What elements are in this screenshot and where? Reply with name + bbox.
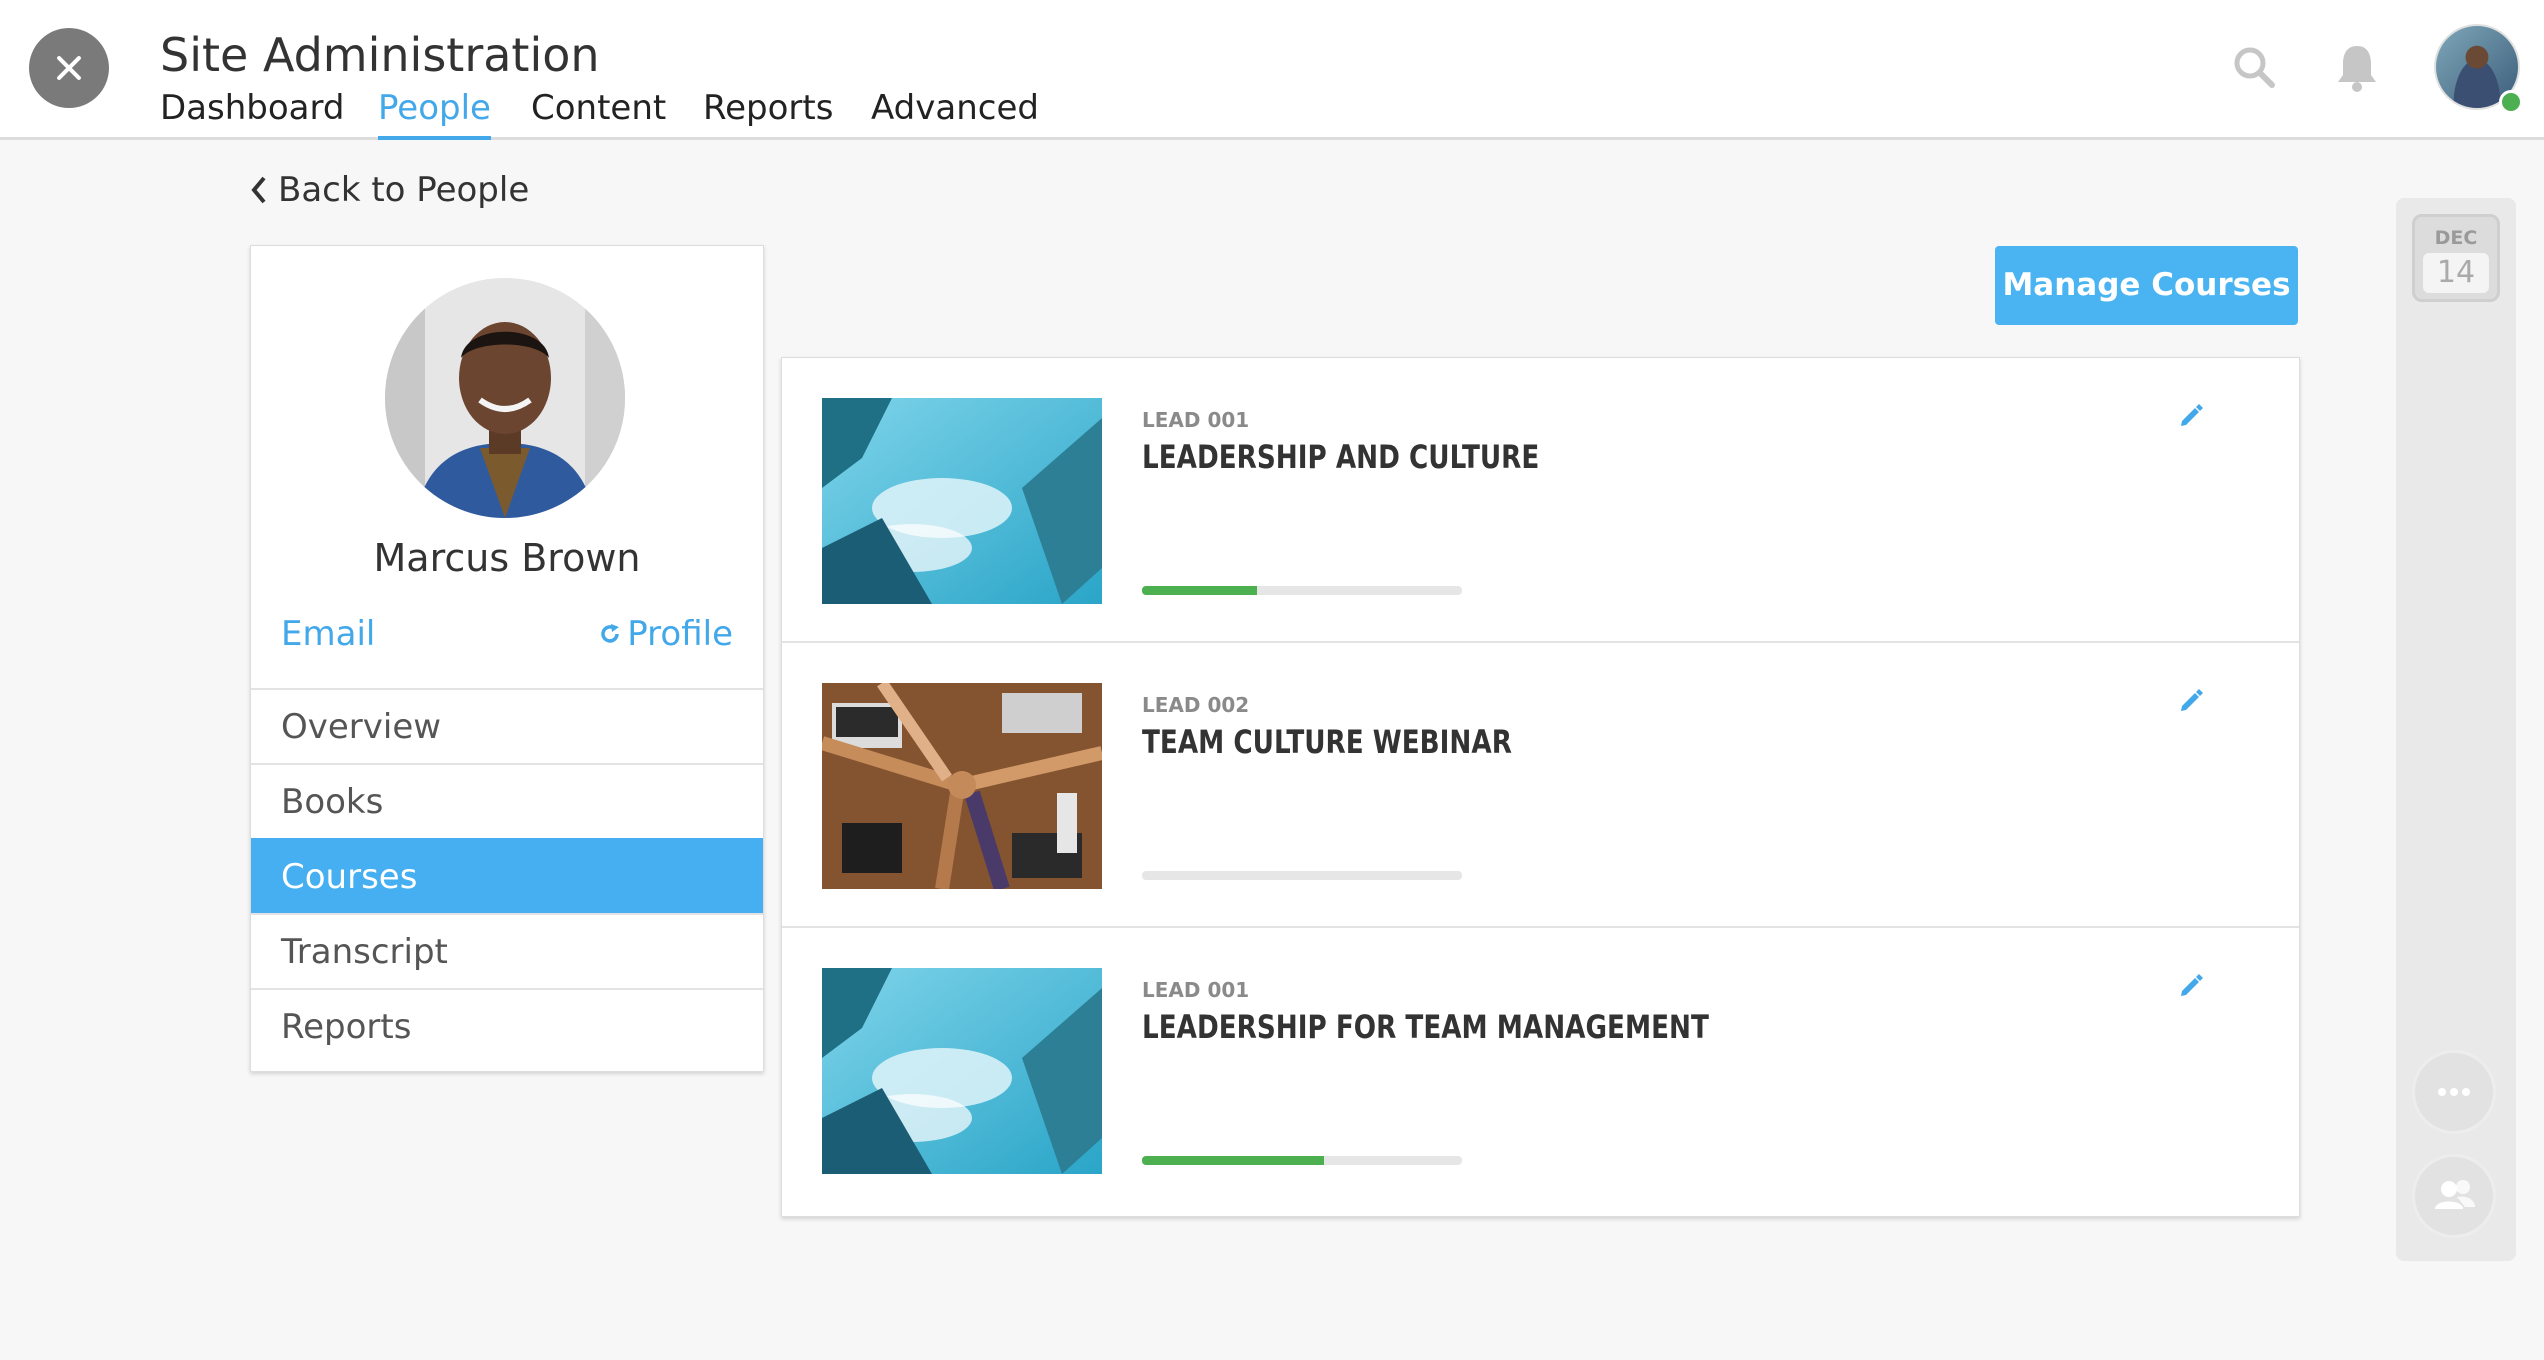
course-title[interactable]: LEADERSHIP AND CULTURE (1142, 438, 1539, 476)
course-progress-fill (1142, 586, 1258, 595)
course-title[interactable]: LEADERSHIP FOR TEAM MANAGEMENT (1142, 1008, 1709, 1046)
menu-item-reports[interactable]: Reports (251, 988, 763, 1063)
refresh-icon (601, 624, 620, 643)
calendar-widget[interactable]: DEC 14 (2412, 214, 2500, 302)
nav-tab-people[interactable]: People (378, 88, 491, 140)
course-thumbnail (822, 968, 1102, 1174)
top-header: Site Administration Dashboard People Con… (0, 0, 2544, 140)
course-thumbnail (822, 683, 1102, 889)
course-row[interactable]: LEAD 001 LEADERSHIP AND CULTURE (782, 358, 2299, 643)
nav-tab-content[interactable]: Content (531, 88, 666, 136)
calendar-day: 14 (2423, 253, 2489, 293)
pencil-icon[interactable] (2178, 688, 2204, 714)
profile-name: Marcus Brown (373, 536, 641, 580)
nav-tab-advanced[interactable]: Advanced (871, 88, 1039, 136)
course-progress-fill (1142, 1156, 1325, 1165)
menu-item-courses[interactable]: Courses (251, 838, 763, 913)
users-button[interactable] (2412, 1154, 2496, 1238)
pencil-icon[interactable] (2178, 973, 2204, 999)
course-progress-bar (1142, 586, 1462, 595)
course-code: LEAD 001 (1142, 978, 1250, 1002)
course-code: LEAD 001 (1142, 408, 1250, 432)
course-title[interactable]: TEAM CULTURE WEBINAR (1142, 723, 1512, 761)
nav-tab-reports[interactable]: Reports (703, 88, 833, 136)
nav-tab-dashboard[interactable]: Dashboard (160, 88, 344, 136)
right-rail: DEC 14 (2396, 198, 2516, 1261)
close-icon[interactable] (29, 28, 109, 108)
chevron-left-icon (251, 176, 266, 204)
more-icon (2438, 1088, 2470, 1096)
search-icon[interactable] (2232, 45, 2276, 89)
course-thumbnail (822, 398, 1102, 604)
profile-link[interactable]: Profile (599, 614, 733, 654)
course-progress-bar (1142, 1156, 1462, 1165)
bell-icon[interactable] (2334, 42, 2380, 92)
course-code: LEAD 002 (1142, 693, 1250, 717)
email-link[interactable]: Email (281, 614, 375, 654)
profile-link-label: Profile (627, 614, 733, 654)
more-button[interactable] (2412, 1050, 2496, 1134)
course-row[interactable]: LEAD 001 LEADERSHIP FOR TEAM MANAGEMENT (782, 928, 2299, 1213)
menu-item-overview[interactable]: Overview (251, 688, 763, 763)
course-row[interactable]: LEAD 002 TEAM CULTURE WEBINAR (782, 643, 2299, 928)
profile-photo (385, 278, 625, 518)
back-to-people-link[interactable]: Back to People (250, 170, 529, 210)
manage-courses-button[interactable]: Manage Courses (1995, 246, 2298, 325)
users-icon (2435, 1180, 2475, 1209)
menu-item-transcript[interactable]: Transcript (251, 913, 763, 988)
profile-menu: Overview Books Courses Transcript Report… (251, 688, 763, 1063)
course-progress-bar (1142, 871, 1462, 880)
back-link-label: Back to People (278, 170, 530, 210)
profile-card: Marcus Brown Email Profile Overview Book… (250, 245, 764, 1072)
course-list: LEAD 001 LEADERSHIP AND CULTURE LEAD 002… (781, 357, 2300, 1217)
online-status-indicator (2499, 90, 2523, 114)
page-title: Site Administration (160, 28, 600, 82)
menu-item-books[interactable]: Books (251, 763, 763, 838)
pencil-icon[interactable] (2178, 403, 2204, 429)
calendar-month: DEC (2434, 227, 2478, 249)
